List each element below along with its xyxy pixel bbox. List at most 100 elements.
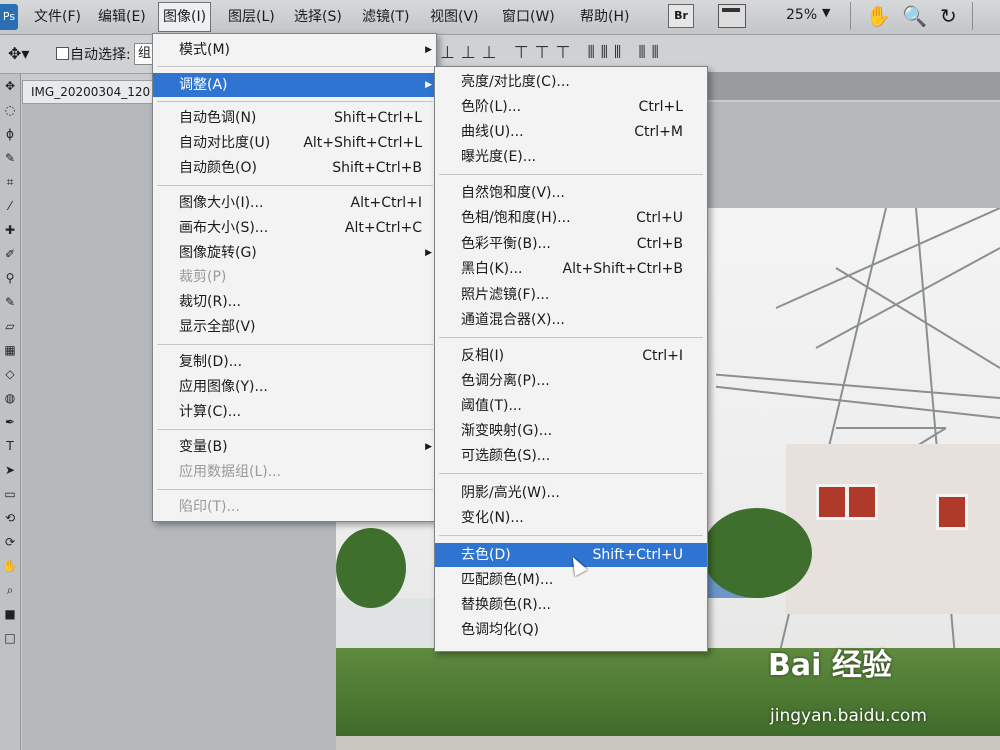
submenu-item-invert[interactable]: 反相(I) Ctrl+I [435,344,707,368]
divider [850,2,851,30]
auto-select-checkbox[interactable] [56,47,69,60]
submenu-item-photo-filter[interactable]: 照片滤镜(F)... [435,283,707,307]
menu-image[interactable]: 图像(I) [158,2,212,32]
menu-separator [157,344,433,345]
submenu-item-brightness-contrast[interactable]: 亮度/对比度(C)... [435,70,707,94]
menu-separator [157,101,433,102]
document-tab[interactable]: IMG_20200304_120 [22,80,170,104]
menu-help[interactable]: 帮助(H) [580,0,629,34]
move-tool-icon[interactable]: ✥▾ [8,44,29,63]
chevron-down-icon[interactable]: ▼ [822,6,830,19]
menu-layer[interactable]: 图层(L) [228,0,275,34]
submenu-item-curves[interactable]: 曲线(U)... Ctrl+M [435,120,707,144]
type-tool-icon[interactable]: T [0,434,20,458]
menu-separator [439,174,703,175]
3d-camera-tool-icon[interactable]: ⟳ [0,530,20,554]
brush-tool-icon[interactable]: ✐ [0,242,20,266]
submenu-item-replace-color[interactable]: 替换颜色(R)... [435,593,707,617]
zoom-level[interactable]: 25% [786,0,817,34]
submenu-item-shadows-highlights[interactable]: 阴影/高光(W)... [435,481,707,505]
menu-item-apply-image[interactable]: 应用图像(Y)... [153,375,436,399]
submenu-item-hue-saturation[interactable]: 色相/饱和度(H)... Ctrl+U [435,206,707,230]
menu-item-auto-contrast[interactable]: 自动对比度(U) Alt+Shift+Ctrl+L [153,131,436,155]
menu-window[interactable]: 窗口(W) [502,0,555,34]
gradient-tool-icon[interactable]: ▦ [0,338,20,362]
menu-item-canvas-size[interactable]: 画布大小(S)... Alt+Ctrl+C [153,216,436,240]
history-brush-tool-icon[interactable]: ✎ [0,290,20,314]
path-select-tool-icon[interactable]: ➤ [0,458,20,482]
menu-item-mode[interactable]: 模式(M) ▶ [153,38,436,62]
submenu-item-exposure[interactable]: 曝光度(E)... [435,145,707,169]
clone-stamp-tool-icon[interactable]: ⚲ [0,266,20,290]
menu-item-trim[interactable]: 裁切(R)... [153,290,436,314]
window [846,484,878,520]
menu-separator [157,66,433,67]
menu-filter[interactable]: 滤镜(T) [362,0,409,34]
submenu-item-color-balance[interactable]: 色彩平衡(B)... Ctrl+B [435,232,707,256]
menu-edit[interactable]: 编辑(E) [98,0,146,34]
menu-item-trap[interactable]: 陷印(T)... [153,495,436,519]
menu-item-calculations[interactable]: 计算(C)... [153,400,436,424]
menu-item-apply-data-set[interactable]: 应用数据组(L)... [153,460,436,484]
menu-item-image-size[interactable]: 图像大小(I)... Alt+Ctrl+I [153,191,436,215]
baidu-watermark-logo: Bai 经验 [768,648,892,683]
menu-item-reveal-all[interactable]: 显示全部(V) [153,315,436,339]
healing-tool-icon[interactable]: ✚ [0,218,20,242]
submenu-item-levels[interactable]: 色阶(L)... Ctrl+L [435,95,707,119]
submenu-item-posterize[interactable]: 色调分离(P)... [435,369,707,393]
shape-tool-icon[interactable]: ▭ [0,482,20,506]
menu-item-adjustments[interactable]: 调整(A) ▶ [153,73,436,97]
move-tool-icon[interactable]: ✥ [0,74,20,98]
submenu-item-gradient-map[interactable]: 渐变映射(G)... [435,419,707,443]
submenu-item-channel-mixer[interactable]: 通道混合器(X)... [435,308,707,332]
menu-item-auto-color[interactable]: 自动颜色(O) Shift+Ctrl+B [153,156,436,180]
chevron-right-icon: ▶ [425,442,432,452]
menu-separator [439,337,703,338]
submenu-item-threshold[interactable]: 阈值(T)... [435,394,707,418]
menu-item-duplicate[interactable]: 复制(D)... [153,350,436,374]
pen-tool-icon[interactable]: ✒ [0,410,20,434]
hand-tool-icon[interactable]: ✋ [866,2,891,30]
dodge-tool-icon[interactable]: ◍ [0,386,20,410]
lasso-tool-icon[interactable]: ϕ [0,122,20,146]
blur-tool-icon[interactable]: ◇ [0,362,20,386]
background-color-swatch[interactable]: □ [0,626,20,650]
arrange-documents-icon[interactable] [718,4,746,28]
zoom-tool-icon[interactable]: 🔍 [902,2,927,30]
quick-select-tool-icon[interactable]: ✎ [0,146,20,170]
submenu-item-match-color[interactable]: 匹配颜色(M)... [435,568,707,592]
submenu-item-vibrance[interactable]: 自然饱和度(V)... [435,181,707,205]
submenu-item-variations[interactable]: 变化(N)... [435,506,707,530]
marquee-tool-icon[interactable]: ◌ [0,98,20,122]
building [786,444,1000,614]
crop-tool-icon[interactable]: ⌗ [0,170,20,194]
menu-item-crop[interactable]: 裁剪(P) [153,265,436,289]
eraser-tool-icon[interactable]: ▱ [0,314,20,338]
rotate-view-icon[interactable]: ↻ [940,2,957,30]
menu-select[interactable]: 选择(S) [294,0,342,34]
menu-file[interactable]: 文件(F) [34,0,81,34]
3d-tool-icon[interactable]: ⟲ [0,506,20,530]
divider [972,2,973,30]
submenu-item-black-white[interactable]: 黑白(K)... Alt+Shift+Ctrl+B [435,257,707,281]
bridge-button[interactable]: Br [668,4,694,28]
image-menu-dropdown: 模式(M) ▶ 调整(A) ▶ 自动色调(N) Shift+Ctrl+L 自动对… [152,33,437,522]
window [816,484,848,520]
menu-item-variables[interactable]: 变量(B) ▶ [153,435,436,459]
document-header-strip [705,72,1000,100]
eyedropper-tool-icon[interactable]: ⁄ [0,194,20,218]
menu-view[interactable]: 视图(V) [430,0,479,34]
align-distribute-icon[interactable]: ⊥⊥⊥ ⊤⊤⊤ ⫴⫴⫴ ⫴⫴ [440,43,665,63]
submenu-item-equalize[interactable]: 色调均化(Q) [435,618,707,642]
photoshop-logo-icon[interactable]: Ps [0,4,18,30]
zoom-tool-icon[interactable]: ⌕ [0,578,20,602]
hand-tool-icon[interactable]: ✋ [0,554,20,578]
foreground-color-swatch[interactable]: ■ [0,602,20,626]
tree [702,508,812,598]
submenu-item-selective-color[interactable]: 可选颜色(S)... [435,444,707,468]
menu-item-auto-tone[interactable]: 自动色调(N) Shift+Ctrl+L [153,106,436,130]
chevron-right-icon: ▶ [425,80,432,90]
chevron-right-icon: ▶ [425,248,432,258]
menu-item-image-rotation[interactable]: 图像旋转(G) ▶ [153,241,436,265]
tree [336,528,406,608]
